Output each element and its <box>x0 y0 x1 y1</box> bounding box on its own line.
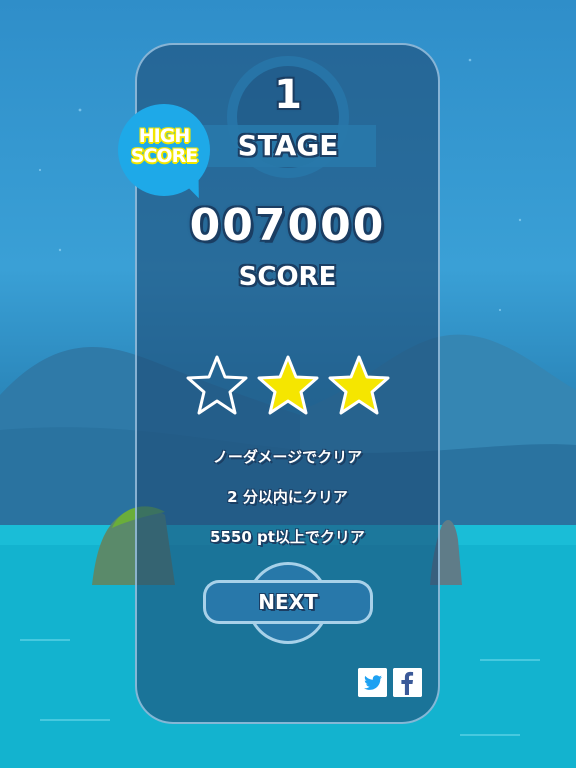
high-score-text: HIGH SCORE <box>118 126 210 166</box>
stage-number: 1 <box>274 72 302 118</box>
twitter-icon[interactable] <box>358 668 387 697</box>
high-score-line2: SCORE <box>130 145 198 167</box>
next-button[interactable]: NEXT <box>203 580 373 624</box>
facebook-icon[interactable] <box>393 668 422 697</box>
high-score-line1: HIGH <box>138 125 190 147</box>
star-filled-icon <box>257 355 319 415</box>
score-value: 007000 <box>189 200 386 251</box>
star-empty-icon <box>186 355 248 415</box>
star-filled-icon <box>328 355 390 415</box>
condition-no-damage: ノーダメージでクリア <box>212 448 363 466</box>
stage-label: STAGE <box>200 125 376 167</box>
score-label: SCORE <box>238 262 337 292</box>
condition-time-limit: 2 分以内にクリア <box>227 488 348 506</box>
condition-score-threshold: 5550 pt以上でクリア <box>210 528 365 546</box>
